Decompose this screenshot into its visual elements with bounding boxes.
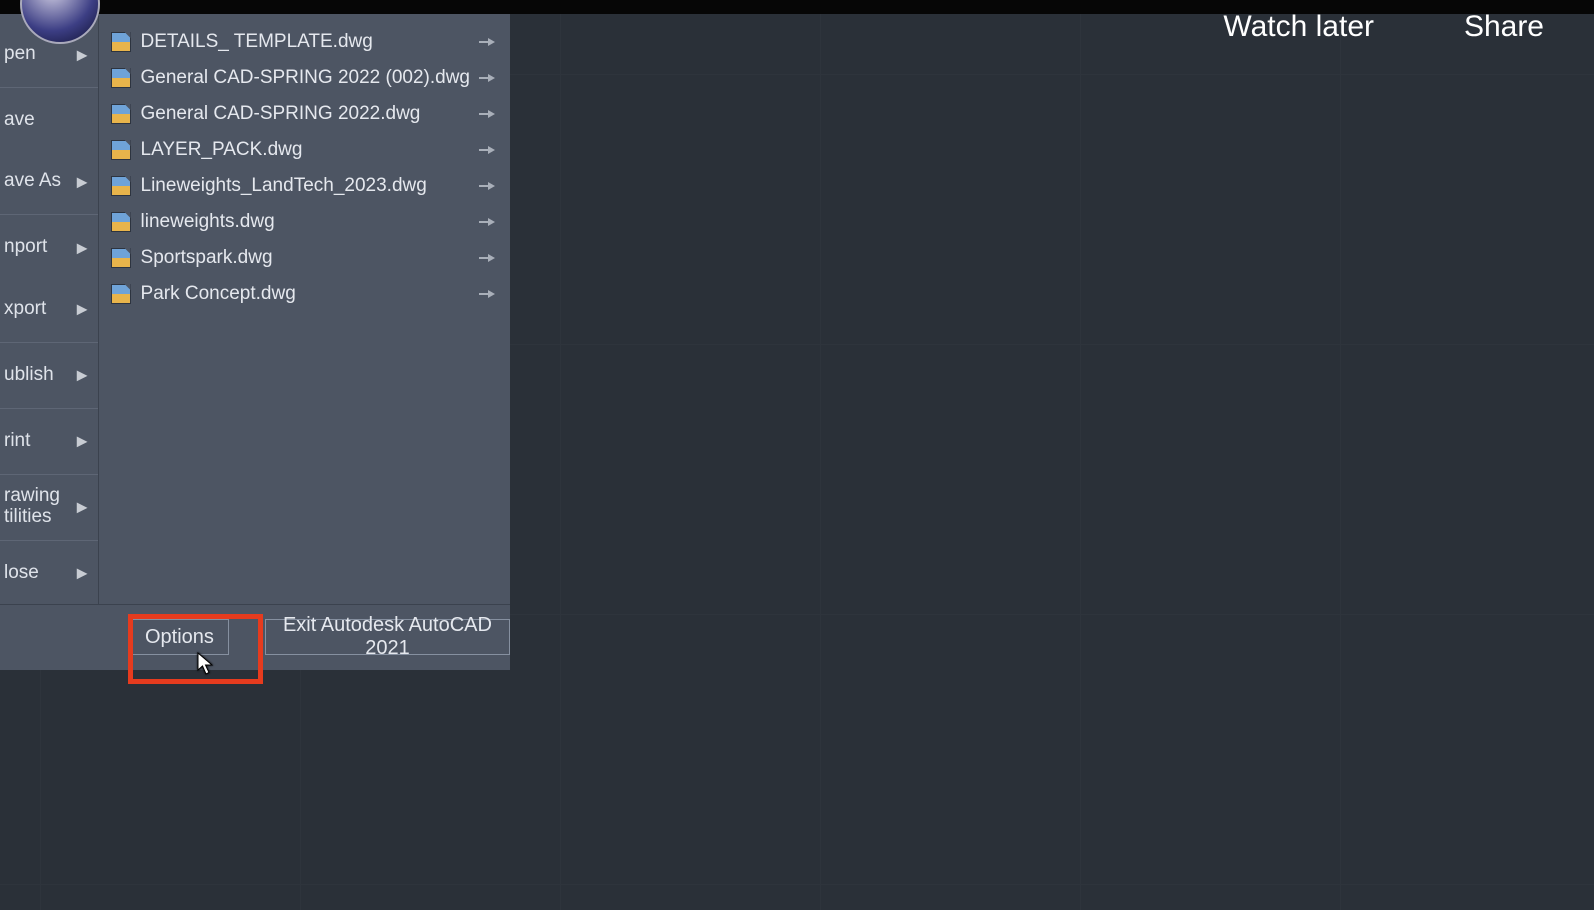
chevron-right-icon: ▶ [77, 301, 88, 318]
pin-icon[interactable] [478, 107, 496, 121]
pin-icon[interactable] [478, 179, 496, 193]
dwg-file-icon [111, 212, 131, 232]
dwg-file-icon [111, 32, 131, 52]
recent-file-name: Park Concept.dwg [141, 283, 470, 305]
menu-item-8[interactable]: lose ▶ [0, 543, 98, 604]
recent-file-row[interactable]: LAYER_PACK.dwg [111, 132, 496, 168]
chevron-right-icon: ▶ [77, 46, 88, 63]
menu-item-7[interactable]: rawing tilities ▶ [0, 477, 98, 538]
recent-file-row[interactable]: lineweights.dwg [111, 204, 496, 240]
menu-separator [0, 87, 98, 88]
menu-separator [0, 540, 98, 541]
recent-file-row[interactable]: DETAILS_ TEMPLATE.dwg [111, 24, 496, 60]
recent-file-name: lineweights.dwg [141, 211, 470, 233]
share-button[interactable]: Share [1464, 10, 1544, 44]
menu-separator [0, 342, 98, 343]
menu-item-2[interactable]: ave As ▶ [0, 151, 98, 212]
chevron-right-icon: ▶ [77, 499, 88, 516]
recent-file-row[interactable]: Park Concept.dwg [111, 276, 496, 312]
menu-item-label: ave As [4, 171, 61, 192]
menu-item-5[interactable]: ublish ▶ [0, 345, 98, 406]
menu-item-label: lose [4, 563, 39, 584]
pin-icon[interactable] [478, 71, 496, 85]
menu-item-label: ave [4, 110, 35, 131]
app-menu-left-column: pen▶aveave As▶nport▶xport▶ublish▶rint▶ra… [0, 14, 98, 604]
menu-item-label: nport [4, 237, 47, 258]
recent-files-list: DETAILS_ TEMPLATE.dwg General CAD-SPRING … [111, 24, 496, 598]
chevron-right-icon: ▶ [77, 367, 88, 384]
recent-file-name: LAYER_PACK.dwg [141, 139, 470, 161]
exit-button[interactable]: Exit Autodesk AutoCAD 2021 [265, 619, 510, 655]
dwg-file-icon [111, 104, 131, 124]
dwg-file-icon [111, 248, 131, 268]
menu-item-4[interactable]: xport ▶ [0, 278, 98, 339]
chevron-right-icon: ▶ [77, 565, 88, 582]
dwg-file-icon [111, 176, 131, 196]
chevron-right-icon: ▶ [77, 433, 88, 450]
recent-file-name: Sportspark.dwg [141, 247, 470, 269]
recent-file-row[interactable]: General CAD-SPRING 2022 (002).dwg [111, 60, 496, 96]
recent-file-name: General CAD-SPRING 2022.dwg [141, 103, 470, 125]
menu-separator [0, 474, 98, 475]
app-menu-recent-panel: DETAILS_ TEMPLATE.dwg General CAD-SPRING … [98, 14, 510, 604]
pin-icon[interactable] [478, 251, 496, 265]
pin-icon[interactable] [478, 143, 496, 157]
recent-file-row[interactable]: Sportspark.dwg [111, 240, 496, 276]
menu-item-label: rint [4, 431, 30, 452]
menu-separator [0, 408, 98, 409]
menu-item-label: pen [4, 44, 36, 65]
chevron-right-icon: ▶ [77, 173, 88, 190]
recent-file-row[interactable]: Lineweights_LandTech_2023.dwg [111, 168, 496, 204]
dwg-file-icon [111, 140, 131, 160]
dwg-file-icon [111, 284, 131, 304]
recent-file-name: DETAILS_ TEMPLATE.dwg [141, 31, 470, 53]
dwg-file-icon [111, 68, 131, 88]
pin-icon[interactable] [478, 215, 496, 229]
watch-later-button[interactable]: Watch later [1223, 10, 1374, 44]
menu-separator [0, 214, 98, 215]
menu-item-6[interactable]: rint ▶ [0, 411, 98, 472]
app-menu-footer: Options Exit Autodesk AutoCAD 2021 [0, 604, 510, 670]
menu-item-1[interactable]: ave [0, 90, 98, 151]
chevron-right-icon: ▶ [77, 239, 88, 256]
pin-icon[interactable] [478, 287, 496, 301]
recent-file-row[interactable]: General CAD-SPRING 2022.dwg [111, 96, 496, 132]
recent-file-name: Lineweights_LandTech_2023.dwg [141, 175, 470, 197]
menu-item-3[interactable]: nport ▶ [0, 217, 98, 278]
options-button[interactable]: Options [130, 619, 229, 655]
menu-item-label: rawing tilities [4, 486, 60, 528]
menu-item-label: ublish [4, 365, 54, 386]
application-menu: pen▶aveave As▶nport▶xport▶ublish▶rint▶ra… [0, 14, 510, 670]
menu-item-label: xport [4, 299, 46, 320]
pin-icon[interactable] [478, 35, 496, 49]
recent-file-name: General CAD-SPRING 2022 (002).dwg [141, 67, 470, 89]
